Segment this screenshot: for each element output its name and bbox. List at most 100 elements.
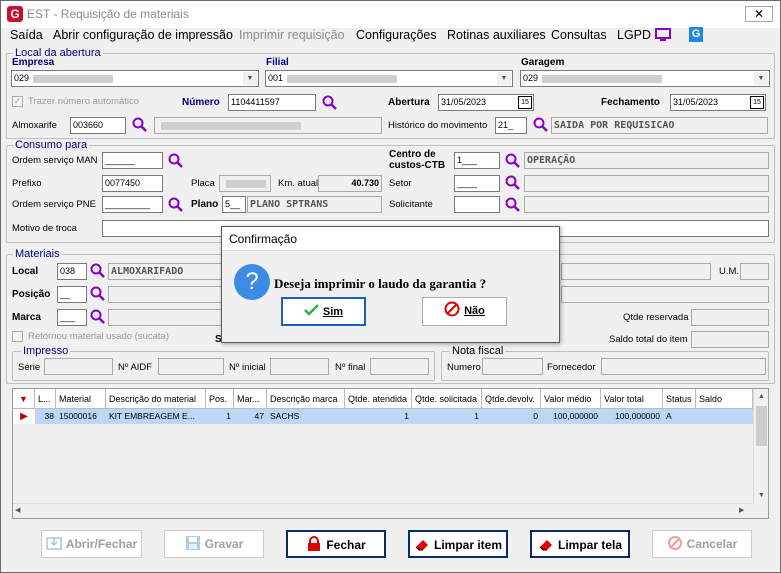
local-input[interactable]: 038 xyxy=(57,263,87,280)
search-icon[interactable] xyxy=(90,286,106,302)
gravar-button[interactable]: Gravar xyxy=(164,530,264,558)
grid-cell: 1 xyxy=(226,411,231,421)
menu-imprimir[interactable]: Imprimir requisição xyxy=(239,28,345,48)
os-man-input[interactable]: ______ xyxy=(102,152,163,169)
g-app-icon[interactable]: G xyxy=(689,27,703,42)
plano-input[interactable]: 5__ xyxy=(222,196,246,213)
dialog-title: Confirmação xyxy=(222,227,559,251)
centro-input[interactable]: 1___ xyxy=(454,152,500,169)
limpar-tela-button[interactable]: Limpar tela xyxy=(530,530,630,558)
grid-header[interactable]: Descrição do material xyxy=(106,389,206,409)
os-man-label: Ordem serviço MAN xyxy=(12,155,98,166)
posicao-input[interactable]: __ xyxy=(57,286,87,303)
grid-header[interactable]: Mar... xyxy=(234,389,267,409)
monitor-icon[interactable] xyxy=(655,28,671,42)
grid-header[interactable]: Pos. xyxy=(206,389,234,409)
garagem-select[interactable]: 029 ▼ xyxy=(520,70,770,87)
fechar-button[interactable]: Fechar xyxy=(286,530,386,558)
chevron-down-icon[interactable]: ▼ xyxy=(754,72,768,85)
vertical-scrollbar[interactable]: ▲ ▼ xyxy=(753,389,768,503)
search-icon[interactable] xyxy=(505,175,521,191)
abrir-fechar-button[interactable]: Abrir/Fechar xyxy=(41,530,142,558)
qtde-reservada-field xyxy=(691,309,769,326)
motivo-label: Motivo de troca xyxy=(12,223,77,234)
posicao-label: Posição xyxy=(12,289,51,300)
grid-header[interactable]: L... xyxy=(35,389,56,409)
search-icon[interactable] xyxy=(505,153,521,169)
grid-header[interactable]: Descrição marca xyxy=(267,389,345,409)
numero-input[interactable]: 1104411597 xyxy=(228,94,316,111)
close-button[interactable]: ✕ xyxy=(745,6,773,22)
yes-button[interactable]: Sim xyxy=(281,297,366,326)
local-desc-field: ALMOXARIFADO xyxy=(108,263,224,280)
limpar-item-button[interactable]: Limpar item xyxy=(408,530,508,558)
search-icon[interactable] xyxy=(168,153,184,169)
serie-field xyxy=(44,358,113,375)
solicitante-desc-field xyxy=(524,196,769,213)
grid-cell: 15000016 xyxy=(59,411,97,421)
materials-grid[interactable]: ▼ L... Material Descrição do material Po… xyxy=(12,388,769,519)
setor-input[interactable]: ____ xyxy=(454,175,500,192)
qtde-reservada-label: Qtde reservada xyxy=(623,312,689,323)
search-icon[interactable] xyxy=(322,95,338,111)
app-logo-icon: G xyxy=(7,6,23,22)
calendar-icon[interactable]: 15 xyxy=(518,96,532,109)
limpar-item-label: Limpar item xyxy=(433,538,502,552)
grid-header[interactable]: Valor total xyxy=(601,389,663,409)
scrollbar-thumb[interactable] xyxy=(756,406,767,446)
horizontal-scrollbar[interactable]: ◀ ▶ xyxy=(13,503,753,518)
almoxarife-name-field xyxy=(154,117,382,134)
menu-saida[interactable]: Saída xyxy=(10,28,43,48)
cancelar-label: Cancelar xyxy=(686,537,738,551)
grid-header[interactable]: Qtde. solicitada xyxy=(412,389,482,409)
checkmark-icon xyxy=(304,304,319,316)
chevron-down-icon[interactable]: ▼ xyxy=(497,72,511,85)
empresa-select[interactable]: 029 ▼ xyxy=(11,70,259,87)
local-label: Local xyxy=(12,266,39,277)
fechamento-date[interactable]: 31/05/2023 15 xyxy=(670,94,766,111)
grid-cell: 1 xyxy=(404,411,409,421)
calendar-icon[interactable]: 15 xyxy=(750,96,764,109)
marca-input[interactable]: ___ xyxy=(57,309,87,326)
chevron-down-icon[interactable]: ▼ xyxy=(243,72,257,85)
scroll-up-icon[interactable]: ▲ xyxy=(754,389,769,404)
grid-header[interactable]: Qtde.devolv. xyxy=(482,389,541,409)
search-icon[interactable] xyxy=(168,197,184,213)
no-button[interactable]: Não xyxy=(422,297,507,326)
os-pne-input[interactable]: _________ xyxy=(102,196,163,213)
menu-consultas[interactable]: Consultas xyxy=(551,28,607,48)
grid-header[interactable]: Valor médio xyxy=(541,389,601,409)
grid-cell: 100,000000 xyxy=(553,411,598,421)
historico-input[interactable]: 21_ xyxy=(495,117,527,134)
nota-numero-label: Numero xyxy=(447,362,481,373)
consumo-title: Consumo para xyxy=(13,139,90,151)
abertura-date[interactable]: 31/05/2023 15 xyxy=(438,94,534,111)
grid-header[interactable]: Saldo xyxy=(696,389,753,409)
menu-lgpd[interactable]: LGPD xyxy=(617,28,651,48)
solicitante-input[interactable] xyxy=(454,196,500,213)
menu-configuracoes[interactable]: Configurações xyxy=(356,28,437,48)
scroll-left-icon[interactable]: ◀ xyxy=(15,504,27,518)
menu-abrir-config[interactable]: Abrir configuração de impressão xyxy=(53,28,233,48)
grid-header[interactable]: Qtde. atendida xyxy=(345,389,412,409)
scroll-right-icon[interactable]: ▶ xyxy=(739,504,751,518)
search-icon[interactable] xyxy=(90,309,106,325)
search-icon[interactable] xyxy=(533,117,549,133)
search-icon[interactable] xyxy=(90,263,106,279)
nota-numero-field xyxy=(482,358,543,375)
grid-header[interactable]: Status xyxy=(663,389,696,409)
menu-rotinas[interactable]: Rotinas auxiliares xyxy=(447,28,546,48)
grid-header[interactable]: Material xyxy=(56,389,106,409)
filial-select[interactable]: 001 ▼ xyxy=(265,70,513,87)
search-icon[interactable] xyxy=(505,197,521,213)
cancelar-button[interactable]: Cancelar xyxy=(652,530,752,558)
eraser-icon xyxy=(415,540,428,551)
abrir-fechar-label: Abrir/Fechar xyxy=(65,537,138,551)
scroll-down-icon[interactable]: ▼ xyxy=(754,488,769,503)
prefixo-input[interactable]: 0077450 xyxy=(102,175,163,192)
auto-number-checkbox[interactable]: ✓ xyxy=(12,96,23,107)
dialog-message: Deseja imprimir o laudo da garantia ? xyxy=(274,276,487,291)
search-icon[interactable] xyxy=(132,117,148,133)
almoxarife-input[interactable]: 003660 xyxy=(70,117,126,134)
retornou-checkbox[interactable] xyxy=(12,331,23,342)
